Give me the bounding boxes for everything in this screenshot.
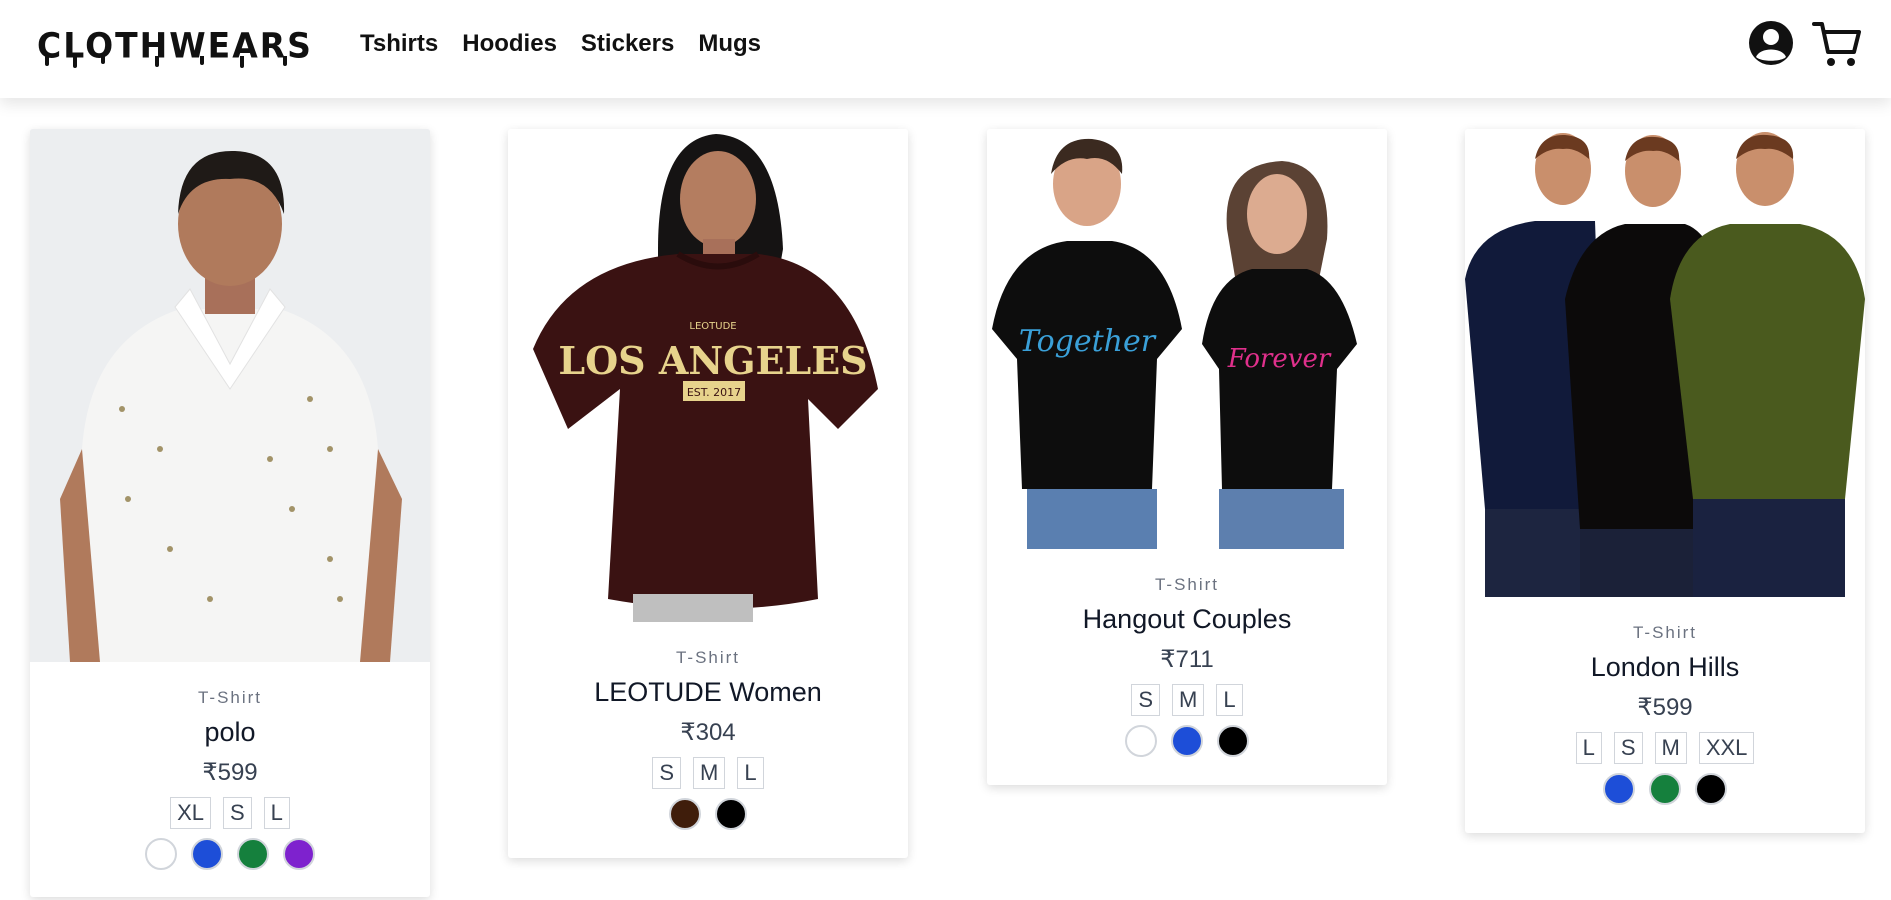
color-swatch[interactable] — [191, 838, 223, 870]
color-swatch[interactable] — [669, 798, 701, 830]
product-title[interactable]: polo — [30, 717, 430, 748]
product-price: ₹599 — [202, 759, 258, 786]
product-category: T-Shirt — [675, 648, 741, 667]
product-image[interactable] — [30, 129, 430, 662]
size-options: S M L — [987, 684, 1387, 716]
product-info: T-Shirt Hangout Couples ₹711 S M L — [987, 575, 1387, 757]
color-swatch[interactable] — [715, 798, 747, 830]
print-top-text: LEOTUDE — [689, 321, 736, 332]
nav-link-mugs[interactable]: Mugs — [698, 30, 761, 58]
product-image[interactable]: Together Forever — [987, 129, 1387, 549]
user-circle-icon[interactable] — [1748, 20, 1794, 66]
size-options: XL S L — [30, 797, 430, 829]
size-option[interactable]: L — [263, 797, 290, 829]
color-swatch[interactable] — [1171, 725, 1203, 757]
size-option[interactable]: L — [1575, 732, 1602, 764]
size-option[interactable]: XL — [170, 797, 211, 829]
product-title[interactable]: LEOTUDE Women — [508, 677, 908, 708]
print-left-text: Together — [1019, 324, 1157, 359]
size-option[interactable]: S — [1131, 684, 1161, 716]
size-options: L S M XXL — [1465, 732, 1865, 764]
product-title[interactable]: Hangout Couples — [987, 604, 1387, 635]
size-option[interactable]: M — [1654, 732, 1687, 764]
product-category: T-Shirt — [197, 688, 263, 707]
product-info: T-Shirt London Hills ₹599 L S M XXL — [1465, 623, 1865, 805]
size-option[interactable]: L — [737, 757, 764, 789]
size-option[interactable]: M — [693, 757, 726, 789]
product-price: ₹304 — [680, 719, 736, 746]
print-badge-text: EST. 2017 — [687, 386, 741, 399]
product-card[interactable]: T-Shirt London Hills ₹599 L S M XXL — [1465, 129, 1865, 833]
size-option[interactable]: S — [1613, 732, 1643, 764]
color-swatch[interactable] — [237, 838, 269, 870]
color-swatch[interactable] — [1217, 725, 1249, 757]
main-nav: Tshirts Hoodies Stickers Mugs — [360, 30, 761, 58]
product-image[interactable]: LEOTUDE LOS ANGELES EST. 2017 — [508, 129, 908, 622]
product-price: ₹599 — [1637, 694, 1693, 721]
product-image[interactable] — [1465, 129, 1865, 597]
size-option[interactable]: L — [1216, 684, 1243, 716]
logo-drip-decoration — [45, 56, 287, 68]
product-title[interactable]: London Hills — [1465, 652, 1865, 683]
product-info: T-Shirt LEOTUDE Women ₹304 S M L — [508, 648, 908, 830]
color-swatch[interactable] — [283, 838, 315, 870]
color-swatch[interactable] — [1603, 773, 1635, 805]
color-options — [30, 838, 430, 870]
color-swatch[interactable] — [145, 838, 177, 870]
product-info: T-Shirt polo ₹599 XL S L — [30, 688, 430, 870]
nav-link-stickers[interactable]: Stickers — [581, 30, 674, 58]
product-card[interactable]: LEOTUDE LOS ANGELES EST. 2017 T-Shirt LE… — [508, 129, 908, 858]
size-option[interactable]: S — [652, 757, 682, 789]
size-options: S M L — [508, 757, 908, 789]
size-option[interactable]: XXL — [1698, 732, 1755, 764]
print-main-text: LOS ANGELES — [558, 338, 867, 383]
shopping-cart-icon[interactable] — [1812, 20, 1862, 68]
size-option[interactable]: M — [1172, 684, 1205, 716]
color-swatch[interactable] — [1125, 725, 1157, 757]
product-card[interactable]: T-Shirt polo ₹599 XL S L — [30, 129, 430, 897]
nav-link-tshirts[interactable]: Tshirts — [360, 30, 438, 58]
color-options — [508, 798, 908, 830]
nav-link-hoodies[interactable]: Hoodies — [462, 30, 557, 58]
color-swatch[interactable] — [1649, 773, 1681, 805]
product-price: ₹711 — [1160, 646, 1214, 673]
color-options — [1465, 773, 1865, 805]
color-options — [987, 725, 1387, 757]
product-card[interactable]: Together Forever T-Shirt Hangout Couples… — [987, 129, 1387, 785]
navbar: CLOTHWEARS Tshirts Hoodies Stickers Mugs — [0, 0, 1891, 98]
size-option[interactable]: S — [222, 797, 252, 829]
print-right-text: Forever — [1227, 344, 1332, 374]
product-category: T-Shirt — [1154, 575, 1220, 594]
product-category: T-Shirt — [1632, 623, 1698, 642]
color-swatch[interactable] — [1695, 773, 1727, 805]
